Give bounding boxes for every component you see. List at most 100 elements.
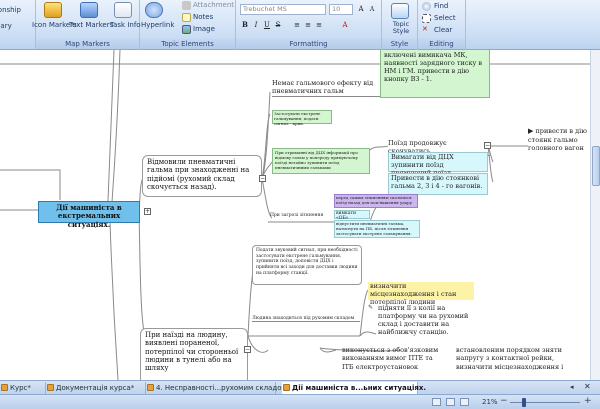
node-activate-head-car[interactable]: ▶ привести в дію стоянк гальмо головного… <box>528 127 590 152</box>
image-button[interactable]: Image <box>193 25 215 33</box>
hyperlink-button[interactable]: Hyperlink <box>141 21 174 29</box>
bold-button[interactable]: B <box>240 20 250 30</box>
relationship-button[interactable]: Relationship <box>0 6 21 14</box>
node-emergency-brake[interactable]: Застосувати екстрене гальмування, подати… <box>272 110 332 126</box>
text-markers-icon[interactable] <box>80 2 98 18</box>
style-caption: Style <box>382 39 417 49</box>
ribbon-group-style: Topic Style Style <box>382 0 418 50</box>
tab-malfunctions-label: 4. Несправності...рухомим складом <box>156 384 287 392</box>
ribbon: Relationship Boundary Icon Markers Text … <box>0 0 600 50</box>
node-button-ob[interactable]: вимкати «ОБ» <box>334 210 370 220</box>
strikethrough-button[interactable]: S <box>273 20 283 30</box>
node-no-brake-effect-text: Немає гальмового ефекту від пневматичних… <box>272 79 374 95</box>
node-locate-victim[interactable]: визначити місцезнаходження і стан потерп… <box>368 282 474 305</box>
tab-course-docs[interactable]: Документація курса* <box>46 382 146 394</box>
ribbon-group-map-markers: Icon Markers Text Markers Task Info Map … <box>32 0 141 50</box>
tab-malfunctions[interactable]: 4. Несправності...рухомим складом <box>146 382 287 394</box>
map-doc-icon <box>47 384 54 391</box>
node-lift-victim[interactable]: ✎ підняти її з колії на платформу чи на … <box>368 304 480 337</box>
node-demand-dcp[interactable]: Вимагати від ДЦХ зупинити поїзд прямуючи… <box>388 152 488 176</box>
boundary-button[interactable]: Boundary <box>0 22 12 30</box>
underline-button[interactable]: U <box>262 20 272 30</box>
font-name-select[interactable]: Trebuchet MS <box>240 4 326 15</box>
document-tabs: Курс* Документація курса* 4. Несправност… <box>0 380 600 394</box>
tab-close-icon[interactable]: ✕ <box>584 382 591 391</box>
clear-icon[interactable]: ✕ <box>422 25 428 33</box>
find-button[interactable]: Find <box>434 2 448 10</box>
central-expand-icon[interactable]: + <box>144 208 151 215</box>
node-no-brake-effect[interactable]: Немає гальмового ефекту від пневматичних… <box>272 79 380 97</box>
tab-course-docs-label: Документація курса* <box>56 384 135 392</box>
node-parking-brakes[interactable]: Привести в дію стоянкові гальма 2, 3 і 4… <box>388 173 488 195</box>
select-icon[interactable] <box>422 14 431 23</box>
node-collision-threat-text: При загрозі зіткнення <box>270 213 324 218</box>
zoom-in-icon[interactable]: + <box>584 396 592 406</box>
attachment-icon[interactable] <box>182 1 191 10</box>
font-size-select[interactable]: 10 <box>329 4 353 15</box>
view-gantt-icon[interactable] <box>460 398 469 406</box>
node-release-brakes[interactable]: відпустити пневматичні гальма, натиснути… <box>334 220 420 238</box>
zoom-slider[interactable] <box>510 398 580 407</box>
node-sound-signal[interactable]: Подати звуковий сигнал, при необхідності… <box>252 245 362 285</box>
topic-elements-caption: Topic Elements <box>140 39 235 49</box>
node-lift-victim-text: підняти її з колії на платформу чи на ру… <box>378 304 469 337</box>
tab-driver-actions[interactable]: Дії машиніста в...ьних ситуаціях. <box>282 382 426 394</box>
map-doc-icon <box>147 384 154 391</box>
node-collision-threat[interactable]: При загрозі зіткнення <box>270 213 334 218</box>
node-person-under-train[interactable]: Людина знаходиться під рухомим складом <box>252 316 360 322</box>
topic-brakes-collapse-icon[interactable]: − <box>259 175 266 182</box>
node-perform-requirements[interactable]: виконується з обов'язковим виконанням ви… <box>342 346 444 371</box>
attachment-button[interactable]: Attachment <box>193 1 234 9</box>
find-icon[interactable] <box>422 2 431 11</box>
tab-list-arrow-icon[interactable]: ◂ <box>570 383 574 391</box>
topic-style-button[interactable]: Topic Style <box>384 21 418 35</box>
vertical-scrollbar[interactable] <box>590 50 600 380</box>
node-top-green-text: включені вимикача МК, наявності зарядног… <box>384 51 483 83</box>
hyperlink-icon[interactable] <box>145 2 163 18</box>
node-perform-requirements-text: виконується з обов'язковим виконанням ви… <box>342 346 439 371</box>
node-top-green[interactable]: включені вимикача МК, наявності зарядног… <box>380 50 490 98</box>
align-center-icon[interactable]: ≡ <box>303 20 313 30</box>
shrink-font-button[interactable]: A <box>367 5 377 15</box>
node-remove-voltage[interactable]: встановленим порядком зняти напругу з ко… <box>456 346 588 371</box>
node-person-under-train-text: Людина знаходиться під рухомим складом <box>252 316 355 321</box>
node-remove-voltage-text: встановленим порядком зняти напругу з ко… <box>456 346 564 371</box>
zoom-slider-thumb[interactable] <box>522 398 526 407</box>
node-train-continues-expand-icon[interactable]: − <box>484 142 491 149</box>
topic-style-icon[interactable] <box>391 3 409 19</box>
ribbon-group-editing: Find Select ✕ Clear Editing <box>418 0 466 50</box>
align-left-icon[interactable]: ≡ <box>292 20 302 30</box>
node-dcp-info-text: При отриманні від ДЦХ інформації про від… <box>275 150 358 170</box>
text-markers-button[interactable]: Text Markers <box>69 21 113 29</box>
notes-button[interactable]: Notes <box>193 13 213 21</box>
map-canvas[interactable]: Дії машиніста в екстремальних ситуаціях.… <box>0 50 590 380</box>
select-button[interactable]: Select <box>434 14 456 22</box>
topic-brakes-failure[interactable]: Відмовили пневматичні гальма при знаходж… <box>142 155 262 197</box>
node-before-collision[interactable]: перед самим зіткненням скотитися поїзд н… <box>334 194 418 208</box>
formatting-caption: Formatting <box>236 39 381 49</box>
icon-markers-icon[interactable] <box>44 2 62 18</box>
topic-brakes-text: Відмовили пневматичні гальма при знаходж… <box>147 158 250 191</box>
zoom-out-icon[interactable]: − <box>500 396 508 406</box>
italic-button[interactable]: I <box>251 20 261 30</box>
node-dcp-info[interactable]: При отриманні від ДЦХ інформації про від… <box>272 148 370 174</box>
central-topic[interactable]: Дії машиніста в екстремальних ситуаціях. <box>38 201 140 228</box>
topic-person-collapse-icon[interactable]: − <box>244 346 251 353</box>
font-color-icon[interactable]: A <box>340 20 350 30</box>
tab-driver-actions-label: Дії машиніста в...ьних ситуаціях. <box>292 384 427 392</box>
task-info-icon[interactable] <box>114 2 132 18</box>
tab-course[interactable]: Курс* <box>0 382 46 394</box>
topic-person-hit[interactable]: При наїзді на людину, виявлені пораненої… <box>140 328 248 380</box>
grow-font-button[interactable]: A <box>356 4 366 14</box>
notes-icon[interactable] <box>182 13 191 22</box>
node-emergency-brake-text: Застосувати екстрене гальмування, подати… <box>274 111 321 126</box>
node-release-brakes-text: відпустити пневматичні гальма, натиснути… <box>336 221 412 236</box>
image-icon[interactable] <box>182 25 191 34</box>
clear-button[interactable]: Clear <box>434 26 452 34</box>
align-right-icon[interactable]: ≡ <box>314 20 324 30</box>
view-normal-icon[interactable] <box>432 398 441 406</box>
vertical-scroll-thumb[interactable] <box>592 146 600 186</box>
task-info-button[interactable]: Task Info <box>110 21 141 29</box>
map-markers-caption: Map Markers <box>36 39 139 49</box>
view-outline-icon[interactable] <box>446 398 455 406</box>
